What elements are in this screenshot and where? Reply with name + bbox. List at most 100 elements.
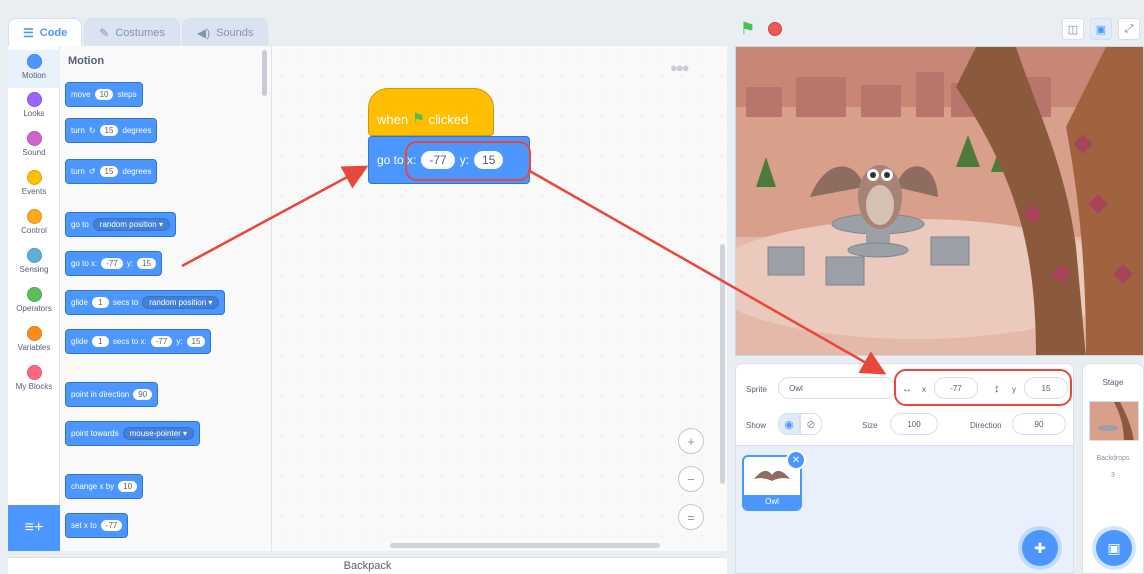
backdrop-thumbnail-image [1090,402,1138,440]
category-looks[interactable]: Looks [8,92,60,118]
when-flag-clicked-block[interactable]: when ⚑ clicked [368,88,494,136]
sound-dot-icon [26,131,42,146]
code-workspace[interactable]: ●●● when ⚑ clicked go to x: -77 y: 15 + … [272,46,727,551]
category-label: Sensing [19,265,49,274]
backpack-bar[interactable]: Backpack [8,557,727,574]
block-text: clicked [428,112,469,127]
stage-canvas[interactable] [735,46,1144,356]
block-dropdown[interactable]: random position ▾ [142,296,220,309]
small-stage-button[interactable]: ◫ [1062,18,1084,40]
block-input-y[interactable]: 15 [137,258,156,269]
category-my-blocks[interactable]: My Blocks [8,365,60,391]
block-glide-random[interactable]: glide 1 secs to random position ▾ [65,290,226,315]
tab-sounds[interactable]: ◀) Sounds [181,18,269,46]
backdrops-count: 3 [1111,472,1115,479]
block-input-x[interactable]: -77 [150,336,173,347]
block-text: steps [117,90,137,99]
block-turn-right[interactable]: turn ↻ 15 degrees [65,118,158,143]
category-sensing[interactable]: Sensing [8,248,60,274]
large-stage-button[interactable]: ▣ [1090,18,1112,40]
block-go-to-random[interactable]: go to random position ▾ [65,212,176,237]
block-input[interactable]: 15 [99,166,119,177]
block-set-x[interactable]: set x to -77 [65,513,129,538]
block-point-towards[interactable]: point towards mouse-pointer ▾ [65,421,200,446]
palette-scrollbar[interactable] [262,50,267,96]
category-label: Looks [23,109,45,118]
sprite-name-input[interactable]: Owl [778,377,896,399]
zoom-in-button[interactable]: + [678,428,704,454]
green-flag-icon: ⚑ [412,110,425,126]
block-dropdown[interactable]: mouse-pointer ▾ [122,427,194,440]
brush-icon: ✎ [99,25,110,40]
block-change-x[interactable]: change x by 10 [65,474,144,499]
delete-sprite-button[interactable]: ✕ [786,450,806,470]
block-point-in-direction[interactable]: point in direction 90 [65,382,159,407]
tab-code-label: Code [39,26,68,39]
fullscreen-icon: ⤢ [1124,22,1134,35]
trash-icon: ✕ [791,454,801,466]
block-input-x[interactable]: -77 [101,258,123,269]
looks-dot-icon [26,92,42,107]
block-glide-xy[interactable]: glide 1 secs to x: -77 y: 15 [65,329,212,354]
category-sound[interactable]: Sound [8,131,60,157]
block-text: go to [71,220,89,229]
block-input-y[interactable]: 15 [186,336,206,347]
block-dropdown[interactable]: random position ▾ [92,218,170,231]
block-input[interactable]: 10 [94,89,114,100]
block-go-to-xy[interactable]: go to x: -77 y: 15 [65,251,162,276]
category-motion[interactable]: Motion [8,50,60,88]
editor-tabs: ☰ Code ✎ Costumes ◀) Sounds [8,18,269,46]
show-visible-button[interactable]: ◉ [778,413,800,435]
speaker-icon: ◀) [196,25,211,40]
zoom-reset-button[interactable]: = [678,504,704,530]
cat-plus-icon: ✚ [1034,539,1046,556]
block-input[interactable]: 15 [99,125,119,136]
block-input[interactable]: 1 [91,336,109,347]
direction-value: 90 [1034,419,1044,429]
block-input[interactable]: 90 [133,389,153,400]
block-text: point towards [71,429,119,438]
block-text: go to x: [71,259,98,268]
block-text: turn [71,126,85,135]
block-move-steps[interactable]: move 10 steps [65,82,143,107]
block-text: secs to [112,298,139,307]
highlight-box-position-fields [894,369,1072,406]
sprite-label: Sprite [746,385,767,394]
category-events[interactable]: Events [8,170,60,196]
stop-button[interactable] [768,22,782,36]
block-text: degrees [122,126,152,135]
stage-thumbnail [1089,401,1139,441]
size-input[interactable]: 100 [890,413,938,435]
block-text: y: [126,259,134,268]
tab-costumes[interactable]: ✎ Costumes [84,18,180,46]
size-label: Size [862,421,878,430]
choose-sprite-button[interactable]: ✚ [1022,530,1058,566]
my-blocks-dot-icon [26,365,42,380]
category-label: Variables [17,343,51,352]
tab-code[interactable]: ☰ Code [8,18,83,46]
category-variables[interactable]: Variables [8,326,60,352]
size-value: 100 [907,419,921,429]
zoom-out-icon: − [687,471,695,487]
category-operators[interactable]: Operators [8,287,60,313]
add-extension-button[interactable]: ≡+ [8,505,60,551]
block-input[interactable]: 10 [118,481,138,492]
block-turn-left[interactable]: turn ↺ 15 degrees [65,159,158,184]
zoom-out-button[interactable]: − [678,466,704,492]
direction-input[interactable]: 90 [1012,413,1066,435]
backdrops-label: Backdrops [1096,455,1130,462]
block-input[interactable]: -77 [100,520,123,531]
stage-scene [736,47,1143,355]
block-text: glide [71,298,88,307]
palette-title: Motion [68,55,105,67]
workspace-horizontal-scrollbar[interactable] [390,543,660,548]
fullscreen-button[interactable]: ⤢ [1118,18,1140,40]
category-control[interactable]: Control [8,209,60,235]
choose-backdrop-button[interactable]: ▣ [1096,530,1132,566]
workspace-vertical-scrollbar[interactable] [720,244,725,484]
block-text: move [71,90,91,99]
show-hidden-button[interactable]: ⊘ [800,413,822,435]
green-flag-button[interactable]: ⚑ [740,19,755,39]
block-text: y: [176,337,183,346]
block-input[interactable]: 1 [91,297,109,308]
